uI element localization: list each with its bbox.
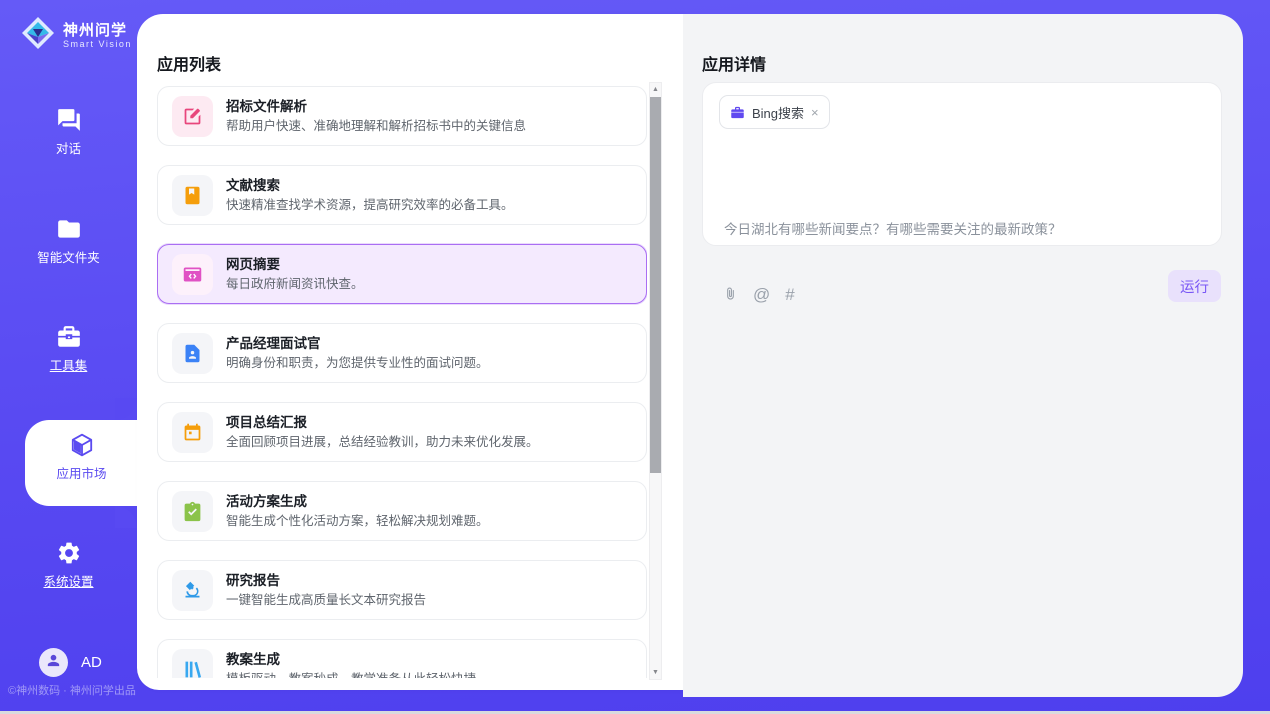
- brand-subtitle: Smart Vision: [63, 39, 132, 50]
- app-card[interactable]: 项目总结汇报 全面回顾项目进展，总结经验教训，助力未来优化发展。: [157, 402, 647, 462]
- app-card-description: 智能生成个性化活动方案，轻松解决规划难题。: [226, 513, 489, 530]
- app-card-title: 项目总结汇报: [226, 414, 539, 432]
- app-card[interactable]: 教案生成 模板驱动，教案秒成，教学准备从此轻松快捷: [157, 639, 647, 678]
- app-card[interactable]: 研究报告 一键智能生成高质量长文本研究报告: [157, 560, 647, 620]
- sidebar-item-app-market[interactable]: 应用市场: [13, 431, 150, 482]
- app-card-title: 文献搜索: [226, 177, 514, 195]
- app-icon-tile: [172, 412, 213, 453]
- hash-icon[interactable]: #: [785, 286, 794, 303]
- app-icon-tile: [172, 96, 213, 137]
- chat-icon: [55, 106, 83, 134]
- scroll-up-icon[interactable]: ▲: [650, 83, 661, 96]
- sidebar-item-label: 工具集: [50, 355, 88, 374]
- prompt-text[interactable]: 今日湖北有哪些新闻要点？有哪些需要关注的最新政策？: [724, 218, 1062, 238]
- sidebar-item-smart-folders[interactable]: 智能文件夹: [0, 215, 137, 266]
- sidebar-item-label: 应用市场: [56, 463, 106, 482]
- briefcase-icon: [730, 105, 745, 120]
- user-name: AD: [81, 654, 102, 671]
- sidebar-item-settings[interactable]: 系统设置: [0, 539, 137, 590]
- active-nav-tab: 应用市场: [25, 420, 137, 506]
- clipboard-check-icon: [182, 501, 203, 522]
- tab-fillet-top: [115, 398, 137, 420]
- app-card-description: 帮助用户快速、准确地理解和解析招标书中的关键信息: [226, 118, 526, 135]
- copyright-text: ©神州数码 · 神州问学出品: [8, 682, 137, 698]
- app-icon-tile: [172, 649, 213, 679]
- app-detail-title: 应用详情: [702, 51, 766, 75]
- app-card-description: 一键智能生成高质量长文本研究报告: [226, 592, 426, 609]
- app-card-title: 研究报告: [226, 572, 426, 590]
- microscope-icon: [182, 580, 203, 601]
- app-card-description: 全面回顾项目进展，总结经验教训，助力未来优化发展。: [226, 434, 539, 451]
- folder-icon: [55, 215, 83, 243]
- close-icon[interactable]: ×: [811, 106, 819, 119]
- sidebar-item-label: 系统设置: [43, 571, 93, 590]
- at-icon[interactable]: @: [753, 286, 770, 303]
- app-icon-tile: [172, 254, 213, 295]
- sidebar-item-chat[interactable]: 对话: [0, 106, 137, 157]
- app-card-title: 网页摘要: [226, 256, 364, 274]
- app-card-description: 模板驱动，教案秒成，教学准备从此轻松快捷: [226, 671, 476, 679]
- scroll-down-icon[interactable]: ▼: [650, 666, 661, 679]
- tool-tag-label: Bing搜索: [752, 103, 804, 122]
- paperclip-icon[interactable]: [723, 285, 738, 303]
- run-button[interactable]: 运行: [1168, 270, 1221, 302]
- app-list-title: 应用列表: [157, 51, 221, 75]
- toolbox-icon: [55, 323, 83, 351]
- user-account[interactable]: AD: [39, 648, 102, 677]
- user-icon: [45, 652, 62, 674]
- sidebar: 神州问学 Smart Vision 对话 智能文件夹 工具集 应用市场 系统设置…: [0, 0, 137, 711]
- app-card[interactable]: 网页摘要 每日政府新闻资讯快查。: [157, 244, 647, 304]
- app-icon-tile: [172, 570, 213, 611]
- pen-square-icon: [182, 106, 203, 127]
- app-detail-panel: 应用详情 Bing搜索 × 今日湖北有哪些新闻要点？有哪些需要关注的最新政策？ …: [683, 14, 1243, 697]
- browser-code-icon: [182, 264, 203, 285]
- app-icon-tile: [172, 333, 213, 374]
- tab-fillet-bottom: [115, 506, 137, 528]
- cube-icon: [68, 431, 96, 459]
- app-list-scrollbar[interactable]: ▲ ▼: [649, 82, 662, 680]
- app-icon-tile: [172, 491, 213, 532]
- brand-name: 神州问学: [63, 22, 132, 39]
- book-icon: [182, 185, 203, 206]
- books-icon: [182, 659, 203, 679]
- resume-icon: [182, 343, 203, 364]
- sidebar-item-label: 对话: [56, 138, 81, 157]
- app-card-description: 明确身份和职责，为您提供专业性的面试问题。: [226, 355, 489, 372]
- tool-tag-bing-search[interactable]: Bing搜索 ×: [719, 95, 830, 129]
- app-card-title: 活动方案生成: [226, 493, 489, 511]
- app-list-panel: 应用列表 招标文件解析 帮助用户快速、准确地理解和解析招标书中的关键信息 文献搜…: [137, 14, 683, 690]
- brand-logo: 神州问学 Smart Vision: [20, 15, 132, 56]
- prompt-card: Bing搜索 × 今日湖北有哪些新闻要点？有哪些需要关注的最新政策？ @ #: [702, 82, 1222, 246]
- sidebar-item-toolset[interactable]: 工具集: [0, 323, 137, 374]
- scrollbar-thumb[interactable]: [650, 97, 661, 473]
- diamond-logo-icon: [20, 15, 56, 56]
- sidebar-item-label: 智能文件夹: [37, 247, 100, 266]
- prompt-toolbar: @ #: [723, 285, 795, 303]
- app-card[interactable]: 产品经理面试官 明确身份和职责，为您提供专业性的面试问题。: [157, 323, 647, 383]
- app-card-title: 教案生成: [226, 651, 476, 669]
- app-card[interactable]: 活动方案生成 智能生成个性化活动方案，轻松解决规划难题。: [157, 481, 647, 541]
- app-list: 招标文件解析 帮助用户快速、准确地理解和解析招标书中的关键信息 文献搜索 快速精…: [157, 86, 647, 678]
- app-card-description: 每日政府新闻资讯快查。: [226, 276, 364, 293]
- app-card-title: 招标文件解析: [226, 98, 526, 116]
- gear-icon: [55, 539, 83, 567]
- avatar: [39, 648, 68, 677]
- notepad-icon: [182, 422, 203, 443]
- app-card-description: 快速精准查找学术资源，提高研究效率的必备工具。: [226, 197, 514, 214]
- app-card-title: 产品经理面试官: [226, 335, 489, 353]
- app-card[interactable]: 文献搜索 快速精准查找学术资源，提高研究效率的必备工具。: [157, 165, 647, 225]
- app-card[interactable]: 招标文件解析 帮助用户快速、准确地理解和解析招标书中的关键信息: [157, 86, 647, 146]
- app-icon-tile: [172, 175, 213, 216]
